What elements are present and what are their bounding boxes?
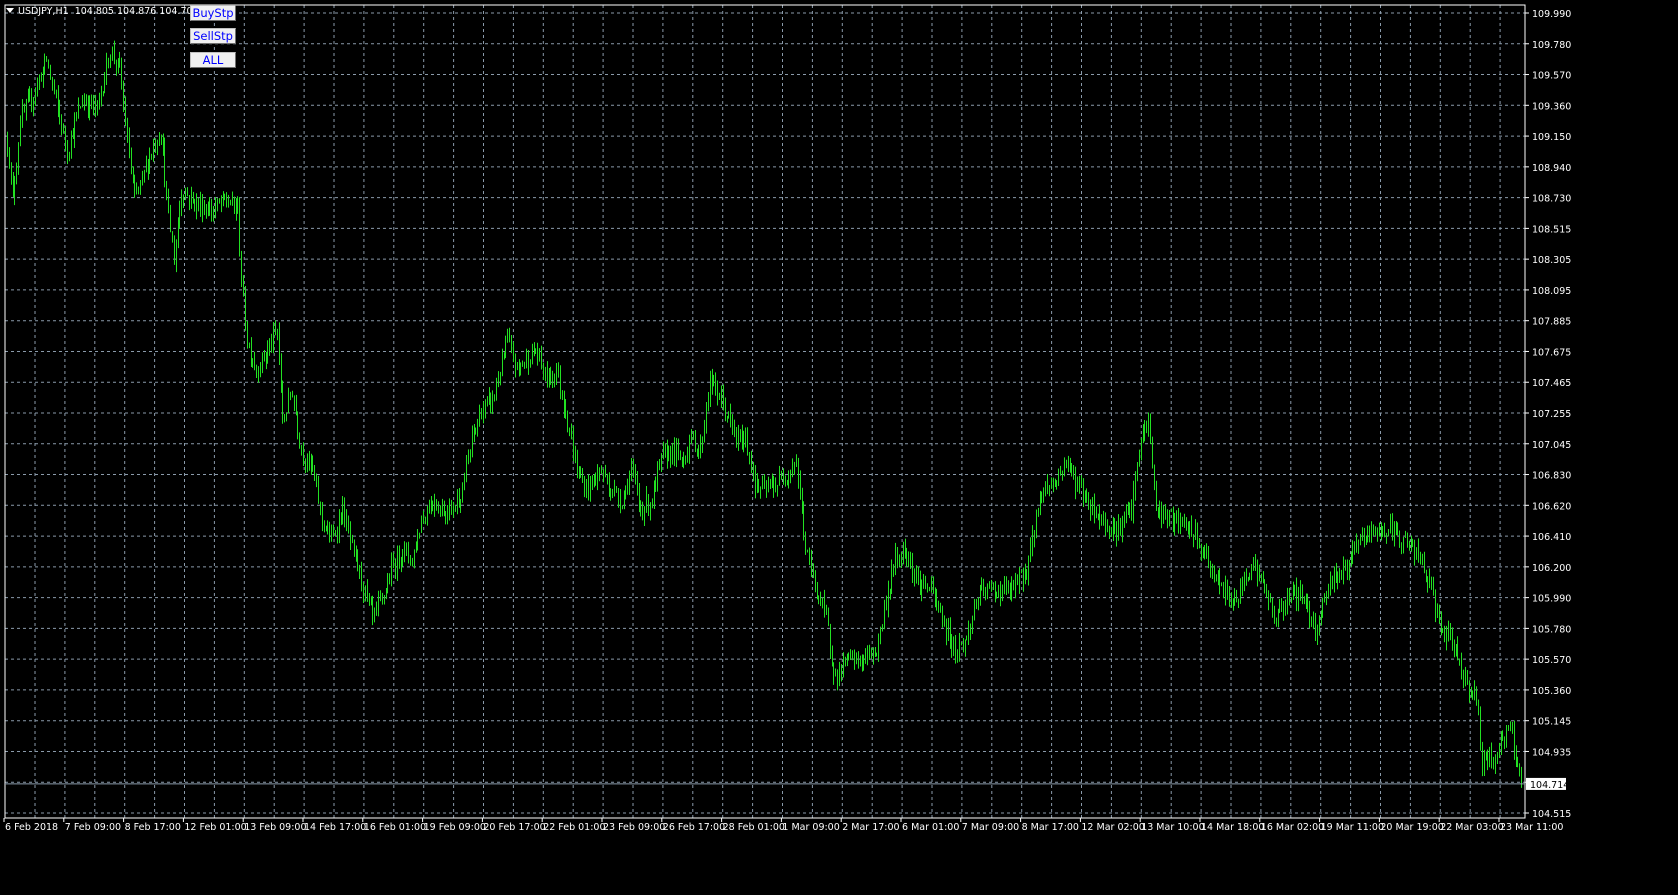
- y-tick-label: 107.675: [1532, 347, 1571, 358]
- y-tick-label: 105.990: [1532, 594, 1571, 605]
- sell-stop-button[interactable]: SellStp: [190, 28, 236, 44]
- chart-header: USDJPY,H1 104.805 104.876 104.703 104.7: [6, 6, 190, 17]
- x-tick-label: 7 Mar 09:00: [962, 822, 1019, 833]
- x-tick-label: 6 Mar 01:00: [902, 822, 959, 833]
- x-tick-label: 26 Feb 17:00: [663, 822, 725, 833]
- price-chart: 109.990 109.780 109.570 109.360 109.150 108.9…: [3, 4, 1571, 833]
- y-tick-label: 104.935: [1532, 747, 1571, 758]
- symbol-label: USDJPY,H1: [18, 6, 69, 17]
- y-tick-label: 105.145: [1532, 717, 1571, 728]
- x-tick-label: 22 Mar 03:00: [1440, 822, 1503, 833]
- x-tick-label: 8 Feb 17:00: [125, 822, 181, 833]
- x-tick-label: 1 Mar 09:00: [782, 822, 839, 833]
- y-tick-label: 105.570: [1532, 655, 1571, 666]
- y-tick-label: 108.940: [1532, 163, 1571, 174]
- all-button[interactable]: ALL: [190, 52, 236, 68]
- y-tick-label: 109.150: [1532, 132, 1571, 143]
- y-tick-label: 108.730: [1532, 194, 1571, 205]
- price-bars: [7, 40, 1522, 788]
- y-tick-label: 105.360: [1532, 686, 1571, 697]
- y-tick-label: 105.780: [1532, 624, 1571, 635]
- y-tick-label: 108.305: [1532, 255, 1571, 266]
- y-tick-label: 106.410: [1532, 532, 1571, 543]
- x-tick-label: 8 Mar 17:00: [1022, 822, 1079, 833]
- x-tick-label: 20 Mar 19:00: [1380, 822, 1443, 833]
- y-tick-label: 109.360: [1532, 101, 1571, 112]
- x-tick-label: 16 Feb 01:00: [364, 822, 426, 833]
- current-price-label: 104.714: [1530, 780, 1569, 791]
- x-tick-label: 13 Mar 10:00: [1141, 822, 1204, 833]
- chart-axes: 109.990 109.780 109.570 109.360 109.150 108.9…: [3, 4, 1571, 833]
- x-tick-label: 23 Feb 09:00: [603, 822, 665, 833]
- x-tick-label: 14 Mar 18:00: [1201, 822, 1264, 833]
- y-tick-label: 107.885: [1532, 317, 1571, 328]
- x-tick-label: 14 Feb 17:00: [304, 822, 366, 833]
- y-tick-label: 108.515: [1532, 224, 1571, 235]
- x-tick-label: 28 Feb 01:00: [723, 822, 785, 833]
- x-tick-label: 7 Feb 09:00: [65, 822, 121, 833]
- x-tick-label: 12 Mar 02:00: [1081, 822, 1144, 833]
- plot-frame: [4, 4, 1526, 819]
- y-tick-label: 106.200: [1532, 563, 1571, 574]
- y-tick-label: 107.045: [1532, 440, 1571, 451]
- buy-stop-button[interactable]: BuyStp: [190, 5, 236, 21]
- chart-grid: [5, 5, 1525, 818]
- ohlc-readout: 104.805 104.876 104.703 104.7: [74, 6, 190, 17]
- y-tick-label: 109.780: [1532, 40, 1571, 51]
- x-tick-label: 20 Feb 17:00: [483, 822, 545, 833]
- dropdown-triangle-icon[interactable]: [6, 8, 14, 13]
- x-tick-label: 22 Feb 01:00: [543, 822, 605, 833]
- y-tick-label: 107.255: [1532, 409, 1571, 420]
- y-tick-label: 109.570: [1532, 71, 1571, 82]
- x-tick-label: 6 Feb 2018: [5, 822, 58, 833]
- y-tick-label: 108.095: [1532, 286, 1571, 297]
- x-tick-label: 19 Mar 11:00: [1321, 822, 1384, 833]
- x-tick-label: 2 Mar 17:00: [842, 822, 899, 833]
- x-tick-label: 13 Feb 09:00: [244, 822, 306, 833]
- y-tick-label: 106.620: [1532, 501, 1571, 512]
- y-tick-label: 104.515: [1532, 809, 1571, 820]
- x-tick-label: 16 Mar 02:00: [1261, 822, 1324, 833]
- y-tick-label: 107.465: [1532, 378, 1571, 389]
- x-tick-label: 23 Mar 11:00: [1500, 822, 1563, 833]
- x-tick-label: 12 Feb 01:00: [184, 822, 246, 833]
- x-tick-label: 19 Feb 09:00: [424, 822, 486, 833]
- y-tick-label: 109.990: [1532, 9, 1571, 20]
- y-tick-label: 106.830: [1532, 471, 1571, 482]
